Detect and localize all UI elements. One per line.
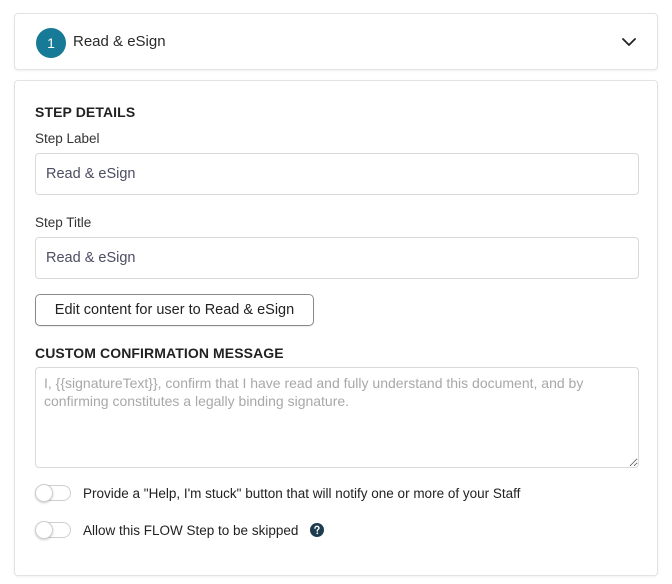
help-stuck-toggle-label: Provide a "Help, I'm stuck" button that … bbox=[83, 485, 521, 501]
step-header[interactable]: 1 Read & eSign bbox=[14, 13, 658, 70]
allow-skip-toggle-label: Allow this FLOW Step to be skipped bbox=[83, 522, 299, 538]
help-stuck-toggle[interactable] bbox=[35, 484, 71, 502]
step-details-panel: STEP DETAILS Step Label Step Title Edit … bbox=[14, 80, 658, 576]
step-label-label: Step Label bbox=[35, 131, 100, 146]
chevron-down-icon[interactable] bbox=[621, 34, 637, 50]
toggle-knob bbox=[35, 521, 53, 539]
question-circle-icon[interactable] bbox=[310, 523, 325, 537]
step-details-heading: STEP DETAILS bbox=[35, 104, 136, 120]
step-title-input[interactable] bbox=[35, 237, 639, 279]
step-header-title: Read & eSign bbox=[73, 33, 166, 50]
step-label-input[interactable] bbox=[35, 153, 639, 195]
edit-content-button[interactable]: Edit content for user to Read & eSign bbox=[35, 294, 314, 326]
step-title-label: Step Title bbox=[35, 215, 92, 230]
step-number-badge: 1 bbox=[36, 28, 66, 58]
allow-skip-toggle[interactable] bbox=[35, 521, 71, 539]
confirmation-message-heading: CUSTOM CONFIRMATION MESSAGE bbox=[35, 345, 284, 361]
help-stuck-toggle-row: Provide a "Help, I'm stuck" button that … bbox=[35, 483, 520, 503]
confirmation-message-textarea[interactable] bbox=[35, 367, 639, 468]
toggle-knob bbox=[35, 484, 53, 502]
allow-skip-toggle-row: Allow this FLOW Step to be skipped bbox=[35, 520, 325, 540]
